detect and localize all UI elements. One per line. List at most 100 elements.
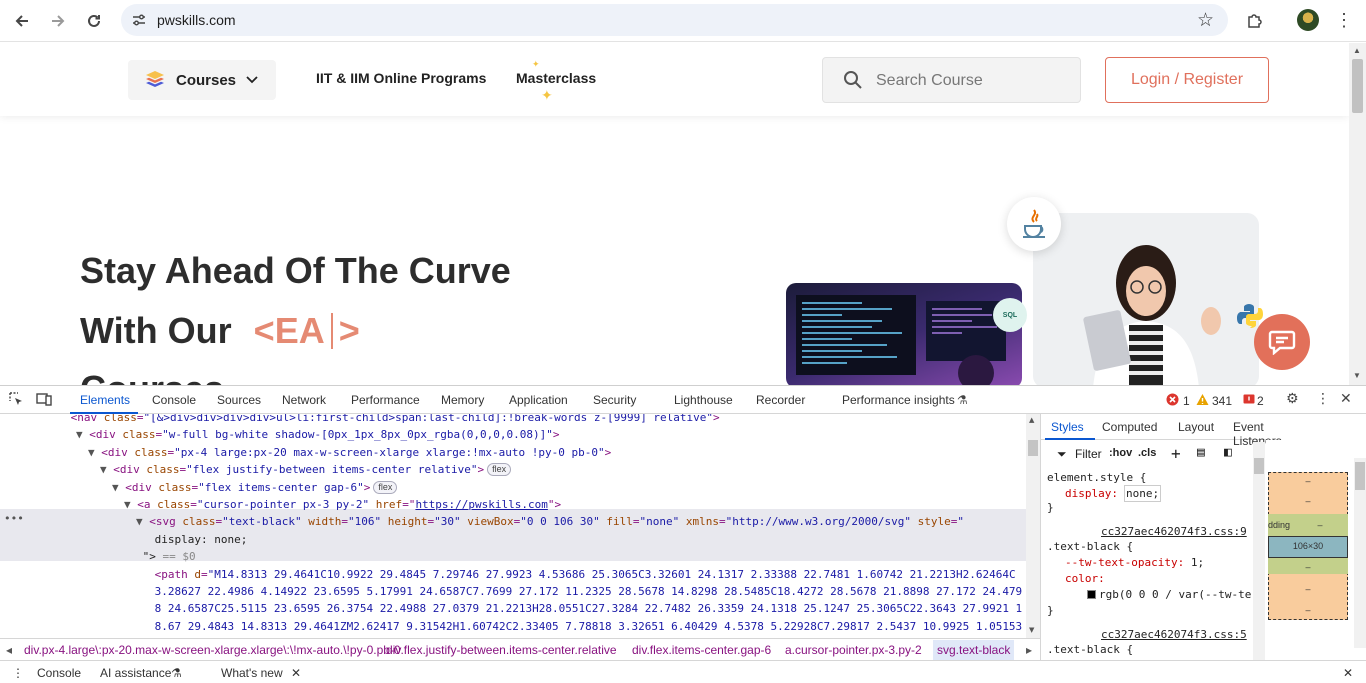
drawer-tab-console[interactable]: Console — [37, 666, 81, 680]
style-prop-tw-opacity[interactable]: --tw-text-opacity: 1; — [1065, 556, 1204, 569]
courses-menu-button[interactable]: Courses — [128, 60, 276, 100]
address-bar[interactable]: pwskills.com ☆ — [121, 4, 1228, 36]
dom-line[interactable]: "> == $0 — [136, 548, 196, 565]
back-arrow-icon[interactable] — [10, 9, 34, 33]
dom-node-ellipsis[interactable]: ••• — [4, 510, 24, 527]
tab-layout[interactable]: Layout — [1178, 420, 1214, 434]
error-icon[interactable] — [1166, 393, 1179, 410]
dom-line[interactable]: ▼ <div class="flex items-center gap-6"> f… — [112, 479, 398, 496]
nav-link-iit-iim[interactable]: IIT & IIM Online Programs — [316, 70, 486, 86]
tab-application[interactable]: Application — [509, 393, 568, 407]
inspect-element-icon[interactable] — [8, 391, 24, 411]
close-icon[interactable]: ✕ — [1340, 391, 1352, 407]
breadcrumb-item-selected[interactable]: svg.text-black — [933, 640, 1015, 660]
style-value-color[interactable]: rgb(0 0 0 / var(--tw-te — [1087, 588, 1251, 601]
styles-filter-input[interactable]: Filter — [1075, 447, 1102, 461]
chat-support-button[interactable] — [1254, 314, 1310, 370]
browser-toolbar: pwskills.com ☆ ⋮ — [0, 0, 1366, 42]
hov-toggle[interactable]: :hov — [1107, 447, 1133, 459]
dom-tree[interactable]: ••• <nav class="[&>div>div>div>div>ul>li… — [0, 414, 1040, 638]
url-text: pwskills.com — [157, 12, 236, 28]
dom-line[interactable]: ▼ <div class="flex justify-between items… — [100, 461, 512, 478]
nav-link-masterclass[interactable]: Masterclass — [516, 70, 596, 86]
breadcrumb-item[interactable]: div.flex.justify-between.items-center.re… — [386, 643, 617, 657]
tab-security[interactable]: Security — [593, 393, 636, 407]
tab-performance-insights[interactable]: Performance insights — [842, 393, 955, 407]
dom-line[interactable]: 8 24.6587C25.5115 23.6595 26.3754 22.498… — [148, 600, 1023, 617]
style-prop-display[interactable]: display: — [1065, 487, 1118, 500]
close-drawer-icon[interactable]: ✕ — [1343, 666, 1353, 680]
style-value-display[interactable]: none; — [1124, 485, 1162, 502]
scrollbar-thumb[interactable] — [1352, 59, 1363, 113]
dom-line[interactable]: ▼ <svg class="text-black" width="106" he… — [136, 513, 964, 530]
gear-icon[interactable]: ⚙ — [1286, 391, 1299, 407]
device-toolbar-icon[interactable] — [36, 391, 52, 411]
tab-network[interactable]: Network — [282, 393, 326, 407]
drawer-tab-ai-assistance[interactable]: AI assistance — [100, 666, 171, 680]
style-prop-color[interactable]: color: — [1065, 572, 1105, 585]
page-scrollbar[interactable]: ▲ ▼ — [1349, 43, 1366, 385]
tab-computed[interactable]: Computed — [1102, 420, 1157, 434]
dom-tree-scrollbar[interactable]: ▲ ▼ — [1026, 414, 1040, 638]
dom-line[interactable]: ▼ <a class="cursor-pointer px-3 py-2" hr… — [124, 496, 561, 513]
styles-scrollbar[interactable] — [1253, 442, 1265, 660]
active-tab-indicator — [1045, 438, 1095, 440]
styles-pane: Styles Computed Layout Event Listeners ⏷… — [1040, 414, 1282, 664]
cls-toggle[interactable]: .cls — [1138, 447, 1156, 459]
login-register-button[interactable]: Login / Register — [1105, 57, 1269, 103]
chat-bubble-icon — [1268, 330, 1296, 355]
rule-selector: .text-black { — [1047, 540, 1134, 553]
search-course-input[interactable]: Search Course — [822, 57, 1081, 103]
forward-arrow-icon[interactable] — [46, 9, 70, 33]
dom-line[interactable]: 8.67 29.4843 14.8313 29.4641ZM2.62417 9.… — [148, 618, 1023, 635]
scrollbar-thumb[interactable] — [1028, 440, 1038, 456]
dom-line[interactable]: <path d="M14.8313 29.4641C10.9922 29.484… — [148, 566, 1016, 583]
stylesheet-link[interactable]: cc327aec462074f3.css:5 — [1101, 628, 1247, 641]
breadcrumb-item[interactable]: div.px-4.large\:px-20.max-w-screen-xlarg… — [24, 643, 401, 657]
hero-heading-line3: Courses — [80, 368, 224, 385]
tab-styles[interactable]: Styles — [1051, 420, 1084, 434]
dom-line[interactable]: <nav class="[&>div>div>div>div>ul>li:fir… — [64, 414, 720, 426]
dom-line[interactable]: 3.28627 22.4986 4.14922 23.6595 5.17991 … — [148, 583, 1023, 600]
tab-console[interactable]: Console — [152, 393, 196, 407]
tab-memory[interactable]: Memory — [441, 393, 484, 407]
close-icon[interactable]: ✕ — [291, 666, 301, 680]
breadcrumb-scroll-right[interactable]: ▸ — [1026, 643, 1032, 657]
puzzle-icon[interactable] — [1243, 8, 1267, 32]
kebab-icon[interactable]: ⋮ — [1332, 8, 1356, 32]
tab-performance[interactable]: Performance — [351, 393, 420, 407]
issues-icon[interactable] — [1243, 394, 1255, 410]
error-count[interactable]: 1 — [1183, 394, 1190, 408]
dom-line[interactable]: display: none; — [148, 531, 248, 548]
new-rule-icon[interactable]: + — [1171, 444, 1181, 463]
hero-heading-line2: With Our <EA > — [80, 310, 360, 352]
reload-icon[interactable] — [82, 9, 106, 33]
paint-brush-icon[interactable]: ▤ — [1197, 445, 1205, 460]
scroll-up-arrow[interactable]: ▲ — [1353, 46, 1361, 55]
tab-sources[interactable]: Sources — [217, 393, 261, 407]
tab-lighthouse[interactable]: Lighthouse — [674, 393, 733, 407]
star-icon[interactable]: ☆ — [1197, 9, 1214, 32]
dom-line[interactable]: ▼ <div class="w-full bg-white shadow-[0p… — [76, 426, 559, 443]
issues-count[interactable]: 2 — [1257, 394, 1264, 408]
dom-line[interactable]: ▼ <div class="px-4 large:px-20 max-w-scr… — [88, 444, 611, 461]
breadcrumb-scroll-left[interactable]: ◂ — [6, 643, 12, 657]
box-model-scrollbar[interactable] — [1354, 458, 1366, 648]
stylesheet-link[interactable]: cc327aec462074f3.css:9 — [1101, 525, 1247, 538]
devtools-drawer: ⋮ Console AI assistance ⚗ What's new ✕ ✕ — [0, 660, 1366, 683]
sidebar-toggle-icon[interactable]: ◧ — [1224, 445, 1232, 460]
kebab-icon[interactable]: ⋮ — [12, 666, 24, 680]
kebab-icon[interactable]: ⋮ — [1316, 391, 1330, 407]
tab-recorder[interactable]: Recorder — [756, 393, 805, 407]
warning-count[interactable]: 341 — [1212, 394, 1232, 408]
scroll-down-arrow[interactable]: ▼ — [1353, 371, 1361, 380]
hero-heading-line1: Stay Ahead Of The Curve — [80, 250, 511, 291]
breadcrumb-item[interactable]: a.cursor-pointer.px-3.py-2 — [785, 643, 922, 657]
flask-icon: ⚗ — [957, 393, 968, 407]
profile-avatar[interactable] — [1296, 8, 1320, 32]
warning-icon[interactable] — [1196, 393, 1209, 410]
breadcrumb-item[interactable]: div.flex.items-center.gap-6 — [632, 643, 771, 657]
tune-icon[interactable] — [131, 12, 147, 28]
tab-elements[interactable]: Elements — [80, 393, 130, 407]
drawer-tab-whats-new[interactable]: What's new — [221, 666, 283, 680]
